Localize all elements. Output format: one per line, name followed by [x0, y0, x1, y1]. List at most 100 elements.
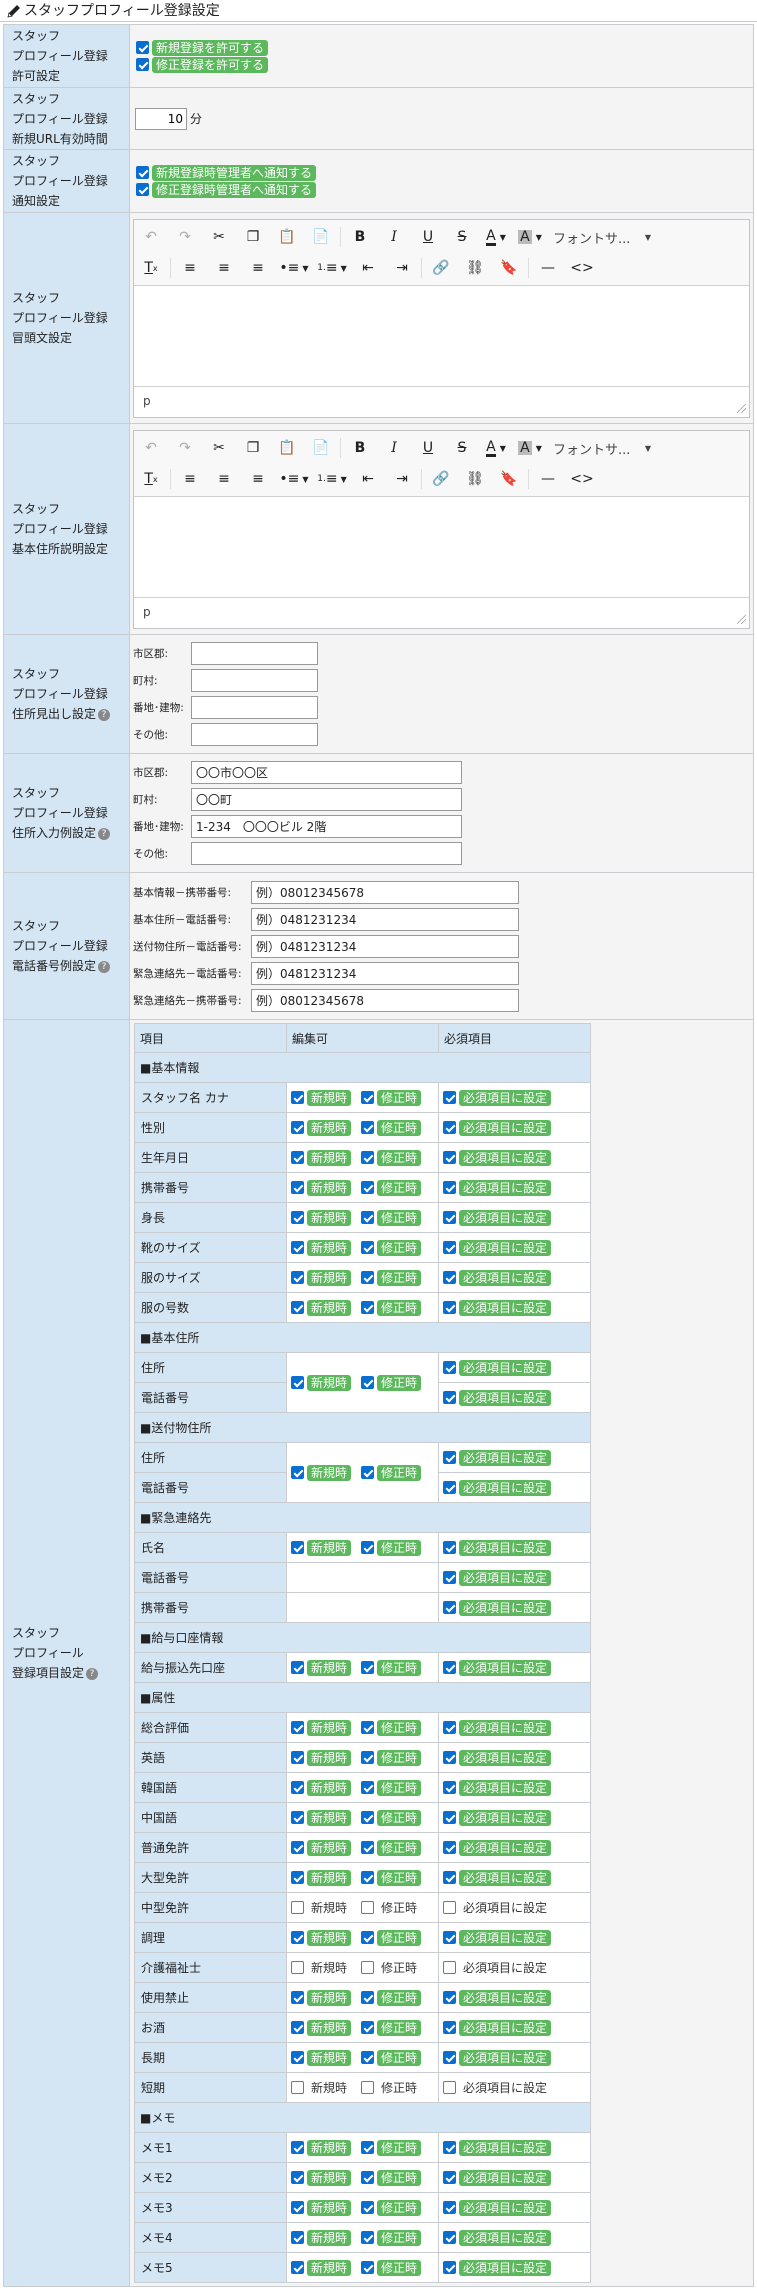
- new-checkbox[interactable]: [291, 1301, 304, 1314]
- text-input[interactable]: [191, 842, 462, 865]
- notify-new-option[interactable]: 新規登録時管理者へ通知する: [133, 164, 750, 181]
- allow-edit-option[interactable]: 修正登録を許可する: [133, 56, 750, 73]
- highlight-color-icon[interactable]: A ▼: [513, 434, 547, 462]
- notify-edit-option[interactable]: 修正登録時管理者へ通知する: [133, 181, 750, 198]
- italic-icon[interactable]: I: [377, 434, 411, 462]
- required-label[interactable]: 必須項目に設定: [459, 1479, 552, 1496]
- new-label[interactable]: 新規時: [307, 1539, 352, 1556]
- required-checkbox[interactable]: [443, 1751, 456, 1764]
- paste-text-icon[interactable]: 📄: [304, 223, 338, 251]
- edit-checkbox[interactable]: [361, 1466, 375, 1479]
- new-checkbox[interactable]: [291, 1091, 304, 1104]
- edit-label[interactable]: 修正時: [377, 1809, 422, 1826]
- help-icon[interactable]: ?: [98, 708, 111, 721]
- edit-label[interactable]: 修正時: [377, 1089, 422, 1106]
- text-input[interactable]: [191, 642, 318, 665]
- required-checkbox[interactable]: [443, 2051, 456, 2064]
- bookmark-icon[interactable]: 🔖: [492, 254, 526, 282]
- outdent-icon[interactable]: ⇤: [351, 254, 385, 282]
- required-checkbox[interactable]: [443, 2141, 456, 2154]
- cut-icon[interactable]: ✂: [202, 223, 236, 251]
- required-checkbox[interactable]: [443, 2171, 456, 2184]
- new-checkbox[interactable]: [291, 1376, 304, 1389]
- required-checkbox[interactable]: [443, 1991, 456, 2004]
- outdent-icon[interactable]: ⇤: [351, 465, 385, 493]
- required-checkbox[interactable]: [443, 1361, 456, 1374]
- new-checkbox[interactable]: [291, 2141, 304, 2154]
- required-checkbox[interactable]: [443, 1541, 456, 1554]
- new-checkbox[interactable]: [291, 1781, 304, 1794]
- edit-checkbox[interactable]: [361, 1091, 375, 1104]
- edit-label[interactable]: 修正時: [377, 1209, 422, 1226]
- resize-handle-icon[interactable]: [737, 403, 746, 413]
- edit-checkbox[interactable]: [361, 1901, 375, 1914]
- required-checkbox[interactable]: [443, 1961, 456, 1974]
- text-input[interactable]: 例）08012345678: [251, 880, 519, 904]
- paste-icon[interactable]: 📋: [270, 434, 304, 462]
- paste-icon[interactable]: 📋: [270, 223, 304, 251]
- resize-handle-icon[interactable]: [737, 614, 746, 624]
- required-label[interactable]: 必須項目に設定: [459, 1809, 552, 1826]
- underline-icon[interactable]: U: [411, 223, 445, 251]
- new-checkbox[interactable]: [291, 2261, 304, 2274]
- help-icon[interactable]: ?: [98, 827, 111, 840]
- allow-edit-label[interactable]: 修正登録を許可する: [152, 56, 269, 73]
- required-label[interactable]: 必須項目に設定: [459, 1119, 552, 1136]
- new-checkbox[interactable]: [291, 1181, 304, 1194]
- required-label[interactable]: 必須項目に設定: [459, 1599, 552, 1616]
- required-label[interactable]: 必須項目に設定: [459, 1719, 552, 1736]
- clear-format-icon[interactable]: Tx: [134, 254, 168, 282]
- new-label[interactable]: 新規時: [307, 2169, 352, 2186]
- required-checkbox[interactable]: [443, 1901, 456, 1914]
- bookmark-icon[interactable]: 🔖: [492, 465, 526, 493]
- new-label[interactable]: 新規時: [307, 1179, 352, 1196]
- new-label[interactable]: 新規時: [307, 1869, 352, 1886]
- required-label[interactable]: 必須項目に設定: [459, 1569, 552, 1586]
- required-label[interactable]: 必須項目に設定: [459, 1929, 552, 1946]
- cut-icon[interactable]: ✂: [202, 434, 236, 462]
- text-color-icon[interactable]: A ▼: [479, 223, 513, 251]
- new-checkbox[interactable]: [291, 1271, 304, 1284]
- numbered-list-icon[interactable]: 1. ≡ ▼: [313, 465, 351, 493]
- edit-checkbox[interactable]: [361, 1931, 375, 1944]
- new-checkbox[interactable]: [291, 2171, 304, 2184]
- text-input[interactable]: 例）0481231234: [251, 934, 519, 958]
- new-label[interactable]: 新規時: [307, 1119, 352, 1136]
- new-label[interactable]: 新規時: [307, 1269, 352, 1286]
- editor-content-area[interactable]: [134, 286, 749, 386]
- new-checkbox[interactable]: [291, 2051, 304, 2064]
- required-label[interactable]: 必須項目に設定: [459, 2139, 552, 2156]
- text-input[interactable]: [191, 669, 318, 692]
- required-checkbox[interactable]: [443, 1151, 456, 1164]
- edit-label[interactable]: 修正時: [377, 1749, 422, 1766]
- edit-checkbox[interactable]: [361, 1991, 375, 2004]
- highlight-color-icon[interactable]: A ▼: [513, 223, 547, 251]
- help-icon[interactable]: ?: [98, 960, 111, 973]
- required-checkbox[interactable]: [443, 1091, 456, 1104]
- required-label[interactable]: 必須項目に設定: [459, 1089, 552, 1106]
- new-checkbox[interactable]: [291, 1241, 304, 1254]
- new-label[interactable]: 新規時: [307, 1960, 351, 1976]
- required-label[interactable]: 必須項目に設定: [459, 1659, 552, 1676]
- new-label[interactable]: 新規時: [307, 1299, 352, 1316]
- strikethrough-icon[interactable]: S: [445, 223, 479, 251]
- edit-checkbox[interactable]: [361, 2141, 375, 2154]
- required-label[interactable]: 必須項目に設定: [459, 1179, 552, 1196]
- required-label[interactable]: 必須項目に設定: [459, 1389, 552, 1406]
- undo-icon[interactable]: ↶: [134, 434, 168, 462]
- required-label[interactable]: 必須項目に設定: [459, 2259, 552, 2276]
- notify-edit-checkbox[interactable]: [136, 183, 149, 196]
- align-left-icon[interactable]: ≡: [173, 254, 207, 282]
- new-label[interactable]: 新規時: [307, 1149, 352, 1166]
- new-checkbox[interactable]: [291, 1151, 304, 1164]
- strikethrough-icon[interactable]: S: [445, 434, 479, 462]
- edit-label[interactable]: 修正時: [377, 2259, 422, 2276]
- new-checkbox[interactable]: [291, 1466, 304, 1479]
- required-checkbox[interactable]: [443, 1121, 456, 1134]
- align-right-icon[interactable]: ≡: [241, 465, 275, 493]
- edit-label[interactable]: 修正時: [377, 2169, 422, 2186]
- allow-new-checkbox[interactable]: [136, 41, 149, 54]
- required-checkbox[interactable]: [443, 1271, 456, 1284]
- required-checkbox[interactable]: [443, 1391, 456, 1404]
- required-checkbox[interactable]: [443, 1211, 456, 1224]
